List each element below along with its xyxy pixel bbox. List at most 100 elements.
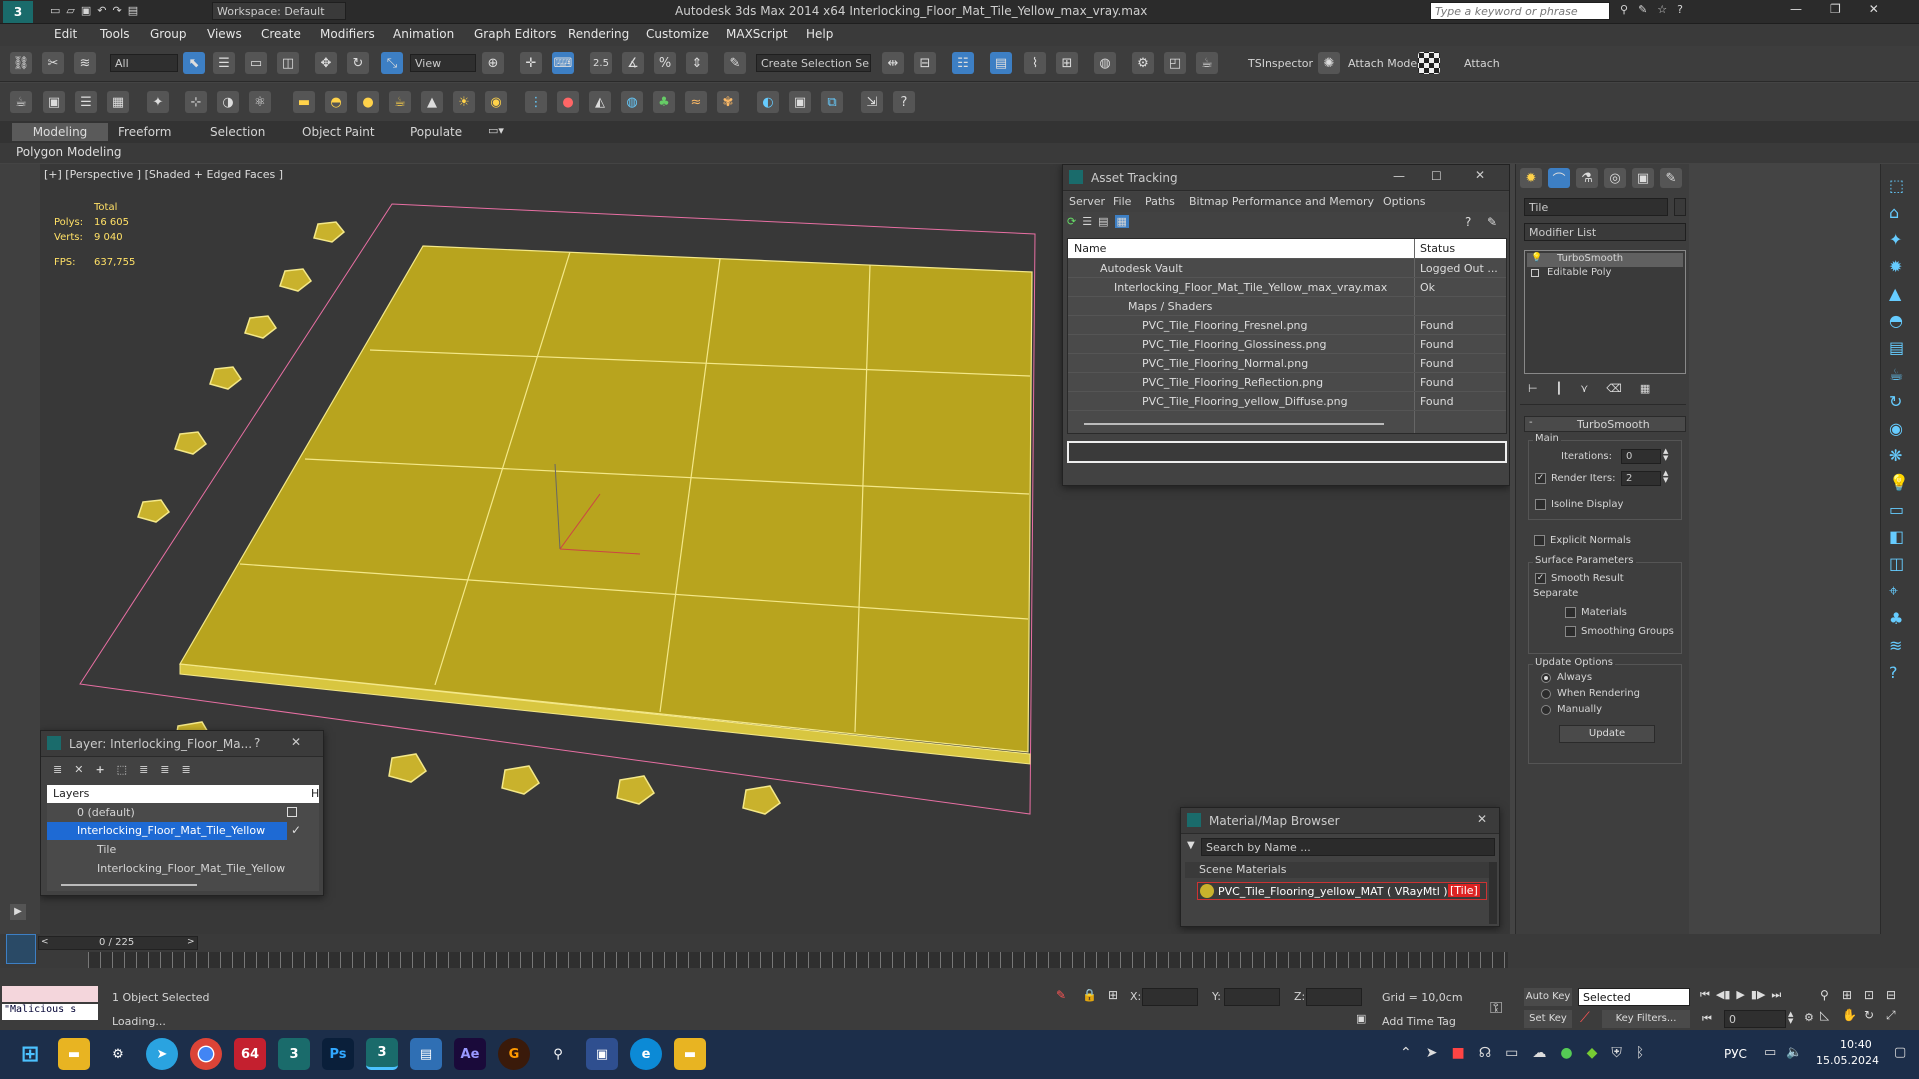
workspace-dropdown[interactable]: Workspace: Default [212, 2, 346, 20]
menu-customize[interactable]: Customize [646, 27, 709, 41]
layer-help-icon[interactable]: ? [254, 736, 260, 750]
current-frame-field[interactable]: 0 [1724, 1010, 1786, 1028]
layer-row[interactable]: 0 (default) [47, 804, 319, 822]
table-row[interactable]: PVC_Tile_Flooring_yellow_Diffuse.png Foun… [1068, 392, 1506, 411]
key-mode-toggle-icon[interactable]: ⏮ [1702, 1012, 1712, 1026]
frame-spinner-icon[interactable]: ▲ ▼ [1788, 1011, 1793, 1025]
open-file-icon[interactable]: ▱ [66, 4, 74, 17]
attach-label[interactable]: Attach [1464, 57, 1500, 70]
vray-sun-icon[interactable]: ✹ [1889, 257, 1909, 276]
attach-mode-icon[interactable]: ✺ [1318, 52, 1340, 74]
select-layer-icon[interactable]: ⬚ [117, 763, 127, 776]
next-frame-icon[interactable]: ▮▶ [1751, 988, 1766, 1002]
notifications-icon[interactable]: ▢ [1894, 1045, 1906, 1060]
vray-render-icon[interactable]: ⌂ [1889, 203, 1909, 222]
vray-bulb-icon[interactable]: 💡 [1889, 473, 1909, 492]
select-manipulate-icon[interactable]: ✛ [520, 52, 542, 74]
move-icon[interactable]: ✥ [315, 52, 337, 74]
tray-headset-icon[interactable]: ☊ [1479, 1045, 1491, 1061]
asset-menu-file[interactable]: File [1113, 195, 1131, 208]
redo-icon[interactable]: ↷ [113, 4, 122, 17]
checker-icon[interactable] [1418, 52, 1440, 74]
modify-tab-icon[interactable]: ⌒ [1548, 168, 1570, 188]
col-status-header[interactable]: Status [1420, 242, 1455, 255]
browser-options-icon[interactable]: ▼ [1187, 840, 1195, 851]
scale-icon[interactable]: ⤡ [381, 52, 403, 74]
asset-menu-bitmap[interactable]: Bitmap Performance and Memory [1189, 195, 1374, 208]
tray-network-icon[interactable]: ▭ [1764, 1045, 1776, 1060]
clock-date[interactable]: 15.05.2024 [1816, 1054, 1879, 1067]
rotate-icon[interactable]: ↻ [347, 52, 369, 74]
globe-icon[interactable]: ◐ [757, 91, 779, 113]
schematic-view-icon[interactable]: ⊞ [1056, 52, 1078, 74]
lock-selection-icon[interactable]: 🔒 [1082, 988, 1097, 1002]
render-production-icon[interactable]: ☕ [1196, 52, 1218, 74]
time-config-icon[interactable]: ⚙ [1804, 1011, 1814, 1024]
project-folder-icon[interactable]: ▤ [128, 4, 138, 17]
notepad-icon[interactable]: ▤ [410, 1038, 442, 1070]
sphere-light-icon[interactable]: ● [357, 91, 379, 113]
maxscript-listener-bottom[interactable]: "Malicious s [2, 1004, 98, 1020]
object-name-field[interactable]: Tile [1524, 198, 1668, 216]
vray-region-icon[interactable]: ◫ [1889, 554, 1909, 573]
vray-sphere-icon[interactable]: ◉ [1889, 419, 1909, 438]
table-row[interactable]: Autodesk Vault Logged Out ... [1068, 259, 1506, 278]
utilities-tab-icon[interactable]: ✎ [1660, 168, 1682, 188]
unlink-icon[interactable]: ✂ [42, 52, 64, 74]
col-name-header[interactable]: Name [1074, 242, 1106, 255]
table-row[interactable]: PVC_Tile_Flooring_Fresnel.png Found [1068, 316, 1506, 335]
render-setup-icon[interactable]: ⚙ [1132, 52, 1154, 74]
close-icon[interactable]: ✕ [1869, 2, 1879, 16]
hide-column-header[interactable]: H [311, 787, 319, 800]
snap-toggle-icon[interactable]: 2.5 [590, 52, 612, 74]
display-tab-icon[interactable]: ▣ [1632, 168, 1654, 188]
table-row[interactable]: PVC_Tile_Flooring_Glossiness.png Found [1068, 335, 1506, 354]
smoothing-groups-checkbox[interactable] [1565, 626, 1576, 637]
menu-rendering[interactable]: Rendering [568, 27, 629, 41]
hair-icon[interactable]: ≈ [685, 91, 707, 113]
auto-key-button[interactable]: Auto Key [1524, 988, 1572, 1006]
attach-mode-label[interactable]: Attach Mode [1348, 57, 1417, 70]
asset-close-icon[interactable]: ✕ [1475, 168, 1485, 182]
render-frame-icon[interactable]: ◰ [1164, 52, 1186, 74]
tools-icon[interactable]: ✎ [1638, 3, 1647, 16]
material-editor-icon[interactable]: ◍ [1094, 52, 1116, 74]
field-of-view-icon[interactable]: ◺ [1820, 1008, 1842, 1023]
material-search-input[interactable]: Search by Name ... [1201, 838, 1495, 856]
asset-maximize-icon[interactable]: ☐ [1431, 169, 1442, 183]
remove-modifier-icon[interactable]: ⌫ [1606, 382, 1622, 395]
asset-menu-server[interactable]: Server [1069, 195, 1105, 208]
file-explorer-icon[interactable]: ▬ [58, 1038, 90, 1070]
layer-close-icon[interactable]: ✕ [291, 735, 301, 749]
edge-icon[interactable]: e [630, 1038, 662, 1070]
store-icon[interactable]: ▣ [586, 1038, 618, 1070]
selection-filter-dropdown[interactable]: All [110, 54, 178, 72]
menu-tools[interactable]: Tools [100, 27, 130, 41]
vray-fabric-icon[interactable]: ≋ [1889, 636, 1909, 655]
layers-column-header[interactable]: Layers [53, 787, 89, 800]
make-unique-icon[interactable]: ⋎ [1580, 382, 1588, 395]
set-key-icon[interactable]: ⟋ [1580, 1010, 1590, 1026]
g-app-icon[interactable]: G [498, 1038, 530, 1070]
image-icon[interactable]: ▣ [43, 91, 65, 113]
settings-icon[interactable]: ⚙ [102, 1038, 134, 1070]
modifier-stack-item-editable-poly[interactable]: Editable Poly [1527, 267, 1683, 281]
photoshop-icon[interactable]: Ps [322, 1038, 354, 1070]
iterations-spinner-arrows[interactable]: ▲ ▼ [1663, 448, 1668, 462]
ribbon-options-icon[interactable]: ▭▾ [488, 124, 504, 137]
ribbon-tab-object-paint[interactable]: Object Paint [302, 125, 375, 139]
spinner-snap-icon[interactable]: ⇕ [686, 52, 708, 74]
align-icon[interactable]: ⊟ [914, 52, 936, 74]
material-browser-scrollbar[interactable] [1489, 862, 1497, 924]
maxscript-listener-top[interactable] [2, 986, 98, 1002]
selected-set-dropdown[interactable]: Selected [1578, 988, 1690, 1006]
menu-animation[interactable]: Animation [393, 27, 454, 41]
help-icon[interactable]: ? [1677, 3, 1683, 16]
rect-selection-icon[interactable]: ▭ [245, 52, 267, 74]
layer-manager-icon[interactable]: ☷ [952, 52, 974, 74]
frame-buffer-icon[interactable]: ▣ [789, 91, 811, 113]
render-iters-spinner[interactable]: 2 [1621, 471, 1661, 486]
layer-row-selected[interactable]: Interlocking_Floor_Mat_Tile_Yellow [47, 822, 287, 840]
z-coord-field[interactable] [1306, 988, 1362, 1006]
rollout-collapse-icon[interactable]: - [1529, 417, 1533, 428]
